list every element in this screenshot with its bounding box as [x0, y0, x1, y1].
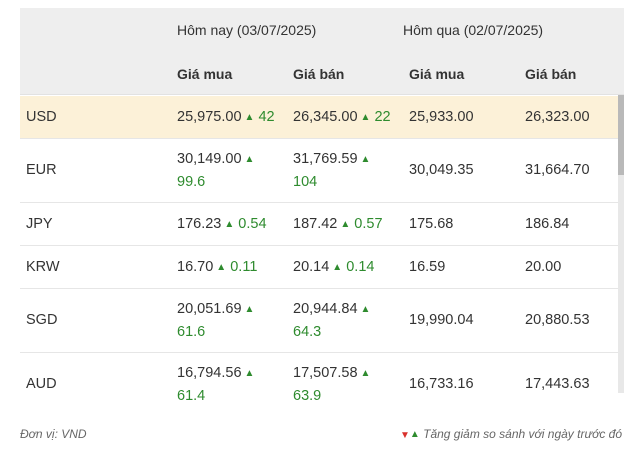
table-row: AUD 16,794.56 ▲ 61.4 17,507.58 ▲ 63.9 16,733… — [20, 353, 618, 400]
table-row: USD 25,975.00 ▲ 42 26,345.00 ▲ 22 25,933.0… — [20, 96, 618, 139]
currency-code: KRW — [26, 259, 60, 275]
table-body: USD 25,975.00 ▲ 42 26,345.00 ▲ 22 25,933.0… — [20, 96, 618, 400]
buy-yesterday: 19,990.04 — [409, 312, 474, 328]
table-row: JPY 176.23 ▲ 0.54 187.42 ▲ 0.57 175.68 186… — [20, 203, 618, 246]
sell-today: 31,769.59 ▲ 104 — [293, 151, 371, 190]
triangle-up-icon: ▲ — [244, 304, 255, 315]
triangle-up-icon: ▲ — [360, 112, 371, 123]
currency-code: EUR — [26, 162, 57, 178]
currency-code: AUD — [26, 376, 57, 392]
triangle-up-icon: ▲ — [360, 154, 371, 165]
triangle-up-icon: ▲ — [224, 219, 235, 230]
sell-today: 17,507.58 ▲ 63.9 — [293, 365, 371, 400]
currency-code: JPY — [26, 216, 53, 232]
table-header-dates: Hôm nay (03/07/2025) Hôm qua (02/07/2025… — [20, 8, 624, 50]
unit-note: Đơn vị: VND — [20, 427, 87, 441]
triangle-up-icon: ▲ — [340, 219, 351, 230]
currency-code: USD — [26, 109, 57, 125]
triangle-up-icon: ▲ — [244, 368, 255, 379]
table-row: KRW 16.70 ▲ 0.11 20.14 ▲ 0.14 16.59 20.00 — [20, 246, 618, 289]
table-header-columns: Giá mua Giá bán Giá mua Giá bán — [20, 50, 624, 95]
buy-today: 20,051.69 ▲ 61.6 — [177, 301, 255, 340]
buy-yesterday: 16,733.16 — [409, 376, 474, 392]
sell-today: 20,944.84 ▲ 64.3 — [293, 301, 371, 340]
buy-yesterday: 30,049.35 — [409, 162, 474, 178]
sell-yesterday: 20.00 — [525, 259, 562, 275]
table-row: SGD 20,051.69 ▲ 61.6 20,944.84 ▲ 64.3 19,990… — [20, 289, 618, 353]
header-today: Hôm nay (03/07/2025) — [177, 22, 317, 38]
buy-yesterday: 25,933.00 — [409, 109, 474, 125]
change-legend: ▼▲ Tăng giảm so sánh với ngày trước đó — [400, 427, 622, 441]
triangle-up-icon: ▲ — [360, 368, 371, 379]
triangle-up-icon: ▲ — [409, 429, 420, 440]
header-buy-yesterday: Giá mua — [409, 66, 465, 82]
scrollbar-thumb[interactable] — [618, 95, 624, 175]
sell-yesterday: 31,664.70 — [525, 162, 590, 178]
sell-yesterday: 20,880.53 — [525, 312, 590, 328]
sell-yesterday: 26,323.00 — [525, 109, 590, 125]
buy-today: 176.23 ▲ 0.54 — [177, 216, 267, 232]
sell-today: 26,345.00 ▲ 22 — [293, 109, 391, 125]
change-legend-text: Tăng giảm so sánh với ngày trước đó — [423, 427, 622, 441]
triangle-up-icon: ▲ — [244, 112, 255, 123]
triangle-up-icon: ▲ — [360, 304, 371, 315]
table-row: EUR 30,149.00 ▲ 99.6 31,769.59 ▲ 104 30,049.… — [20, 139, 618, 203]
header-sell-yesterday: Giá bán — [525, 66, 577, 82]
buy-today: 16,794.56 ▲ 61.4 — [177, 365, 255, 400]
buy-yesterday: 175.68 — [409, 216, 454, 232]
triangle-up-icon: ▲ — [332, 262, 343, 273]
sell-yesterday: 17,443.63 — [525, 376, 590, 392]
table-scrollbar[interactable] — [618, 95, 624, 393]
sell-today: 20.14 ▲ 0.14 — [293, 259, 375, 275]
triangle-down-icon: ▼ — [399, 430, 410, 441]
buy-today: 16.70 ▲ 0.11 — [177, 259, 258, 275]
header-yesterday: Hôm qua (02/07/2025) — [403, 22, 544, 38]
buy-today: 30,149.00 ▲ 99.6 — [177, 151, 255, 190]
header-buy-today: Giá mua — [177, 66, 233, 82]
buy-yesterday: 16.59 — [409, 259, 446, 275]
buy-today: 25,975.00 ▲ 42 — [177, 109, 275, 125]
currency-code: SGD — [26, 312, 58, 328]
sell-today: 187.42 ▲ 0.57 — [293, 216, 383, 232]
triangle-up-icon: ▲ — [216, 262, 227, 273]
header-sell-today: Giá bán — [293, 66, 345, 82]
sell-yesterday: 186.84 — [525, 216, 570, 232]
exchange-rate-table: Hôm nay (03/07/2025) Hôm qua (02/07/2025… — [20, 8, 624, 400]
triangle-up-icon: ▲ — [244, 154, 255, 165]
